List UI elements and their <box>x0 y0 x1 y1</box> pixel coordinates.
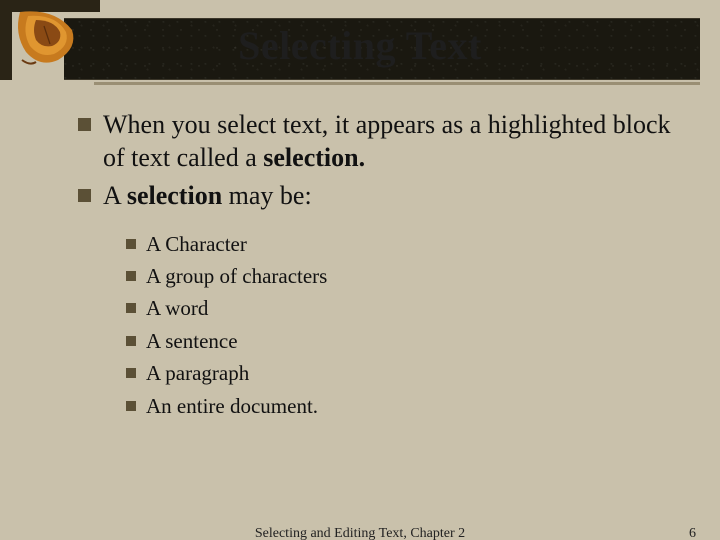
list-item: A paragraph <box>126 359 682 387</box>
title-underline <box>94 82 700 85</box>
sub-list: A Character A group of characters A word… <box>126 230 682 420</box>
text-bold: selection <box>127 181 222 210</box>
square-bullet-icon <box>126 401 136 411</box>
text-fragment: may be: <box>222 181 312 210</box>
bullet-text: A selection may be: <box>103 179 312 212</box>
list-item: An entire document. <box>126 392 682 420</box>
bullet-text: When you select text, it appears as a hi… <box>103 108 682 175</box>
list-item: A word <box>126 294 682 322</box>
list-item-text: A Character <box>146 230 247 258</box>
square-bullet-icon <box>126 271 136 281</box>
bullet-item-2: A selection may be: <box>78 179 682 212</box>
square-bullet-icon <box>126 336 136 346</box>
content-area: When you select text, it appears as a hi… <box>78 108 682 424</box>
page-number: 6 <box>689 526 696 540</box>
square-bullet-icon <box>126 303 136 313</box>
list-item: A Character <box>126 230 682 258</box>
footer-caption: Selecting and Editing Text, Chapter 2 <box>0 526 720 540</box>
text-bold: selection. <box>263 143 365 172</box>
list-item: A sentence <box>126 327 682 355</box>
list-item-text: A paragraph <box>146 359 249 387</box>
square-bullet-icon <box>126 239 136 249</box>
slide-title: Selecting Text <box>0 22 720 69</box>
text-fragment: When you select text, it appears as a hi… <box>103 110 671 172</box>
list-item-text: A word <box>146 294 208 322</box>
bullet-item-1: When you select text, it appears as a hi… <box>78 108 682 175</box>
list-item-text: A sentence <box>146 327 238 355</box>
text-fragment: A <box>103 181 127 210</box>
list-item-text: An entire document. <box>146 392 318 420</box>
square-bullet-icon <box>78 118 91 131</box>
square-bullet-icon <box>126 368 136 378</box>
list-item-text: A group of characters <box>146 262 327 290</box>
square-bullet-icon <box>78 189 91 202</box>
list-item: A group of characters <box>126 262 682 290</box>
